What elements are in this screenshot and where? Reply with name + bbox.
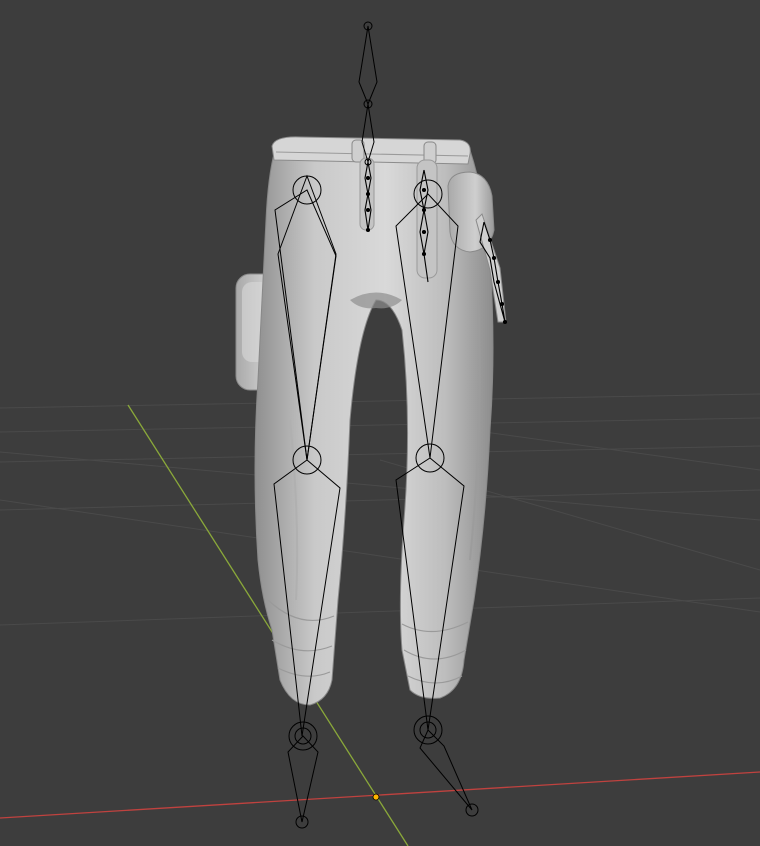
3d-viewport[interactable] [0, 0, 760, 846]
x-axis-line [0, 771, 760, 819]
foot-bone-left[interactable] [287, 721, 319, 829]
foot-bone-right[interactable] [413, 715, 479, 817]
spine-bone[interactable] [358, 21, 378, 109]
world-origin-icon [372, 793, 380, 801]
floor-grid [0, 393, 760, 626]
viewport-canvas[interactable] [0, 0, 760, 846]
